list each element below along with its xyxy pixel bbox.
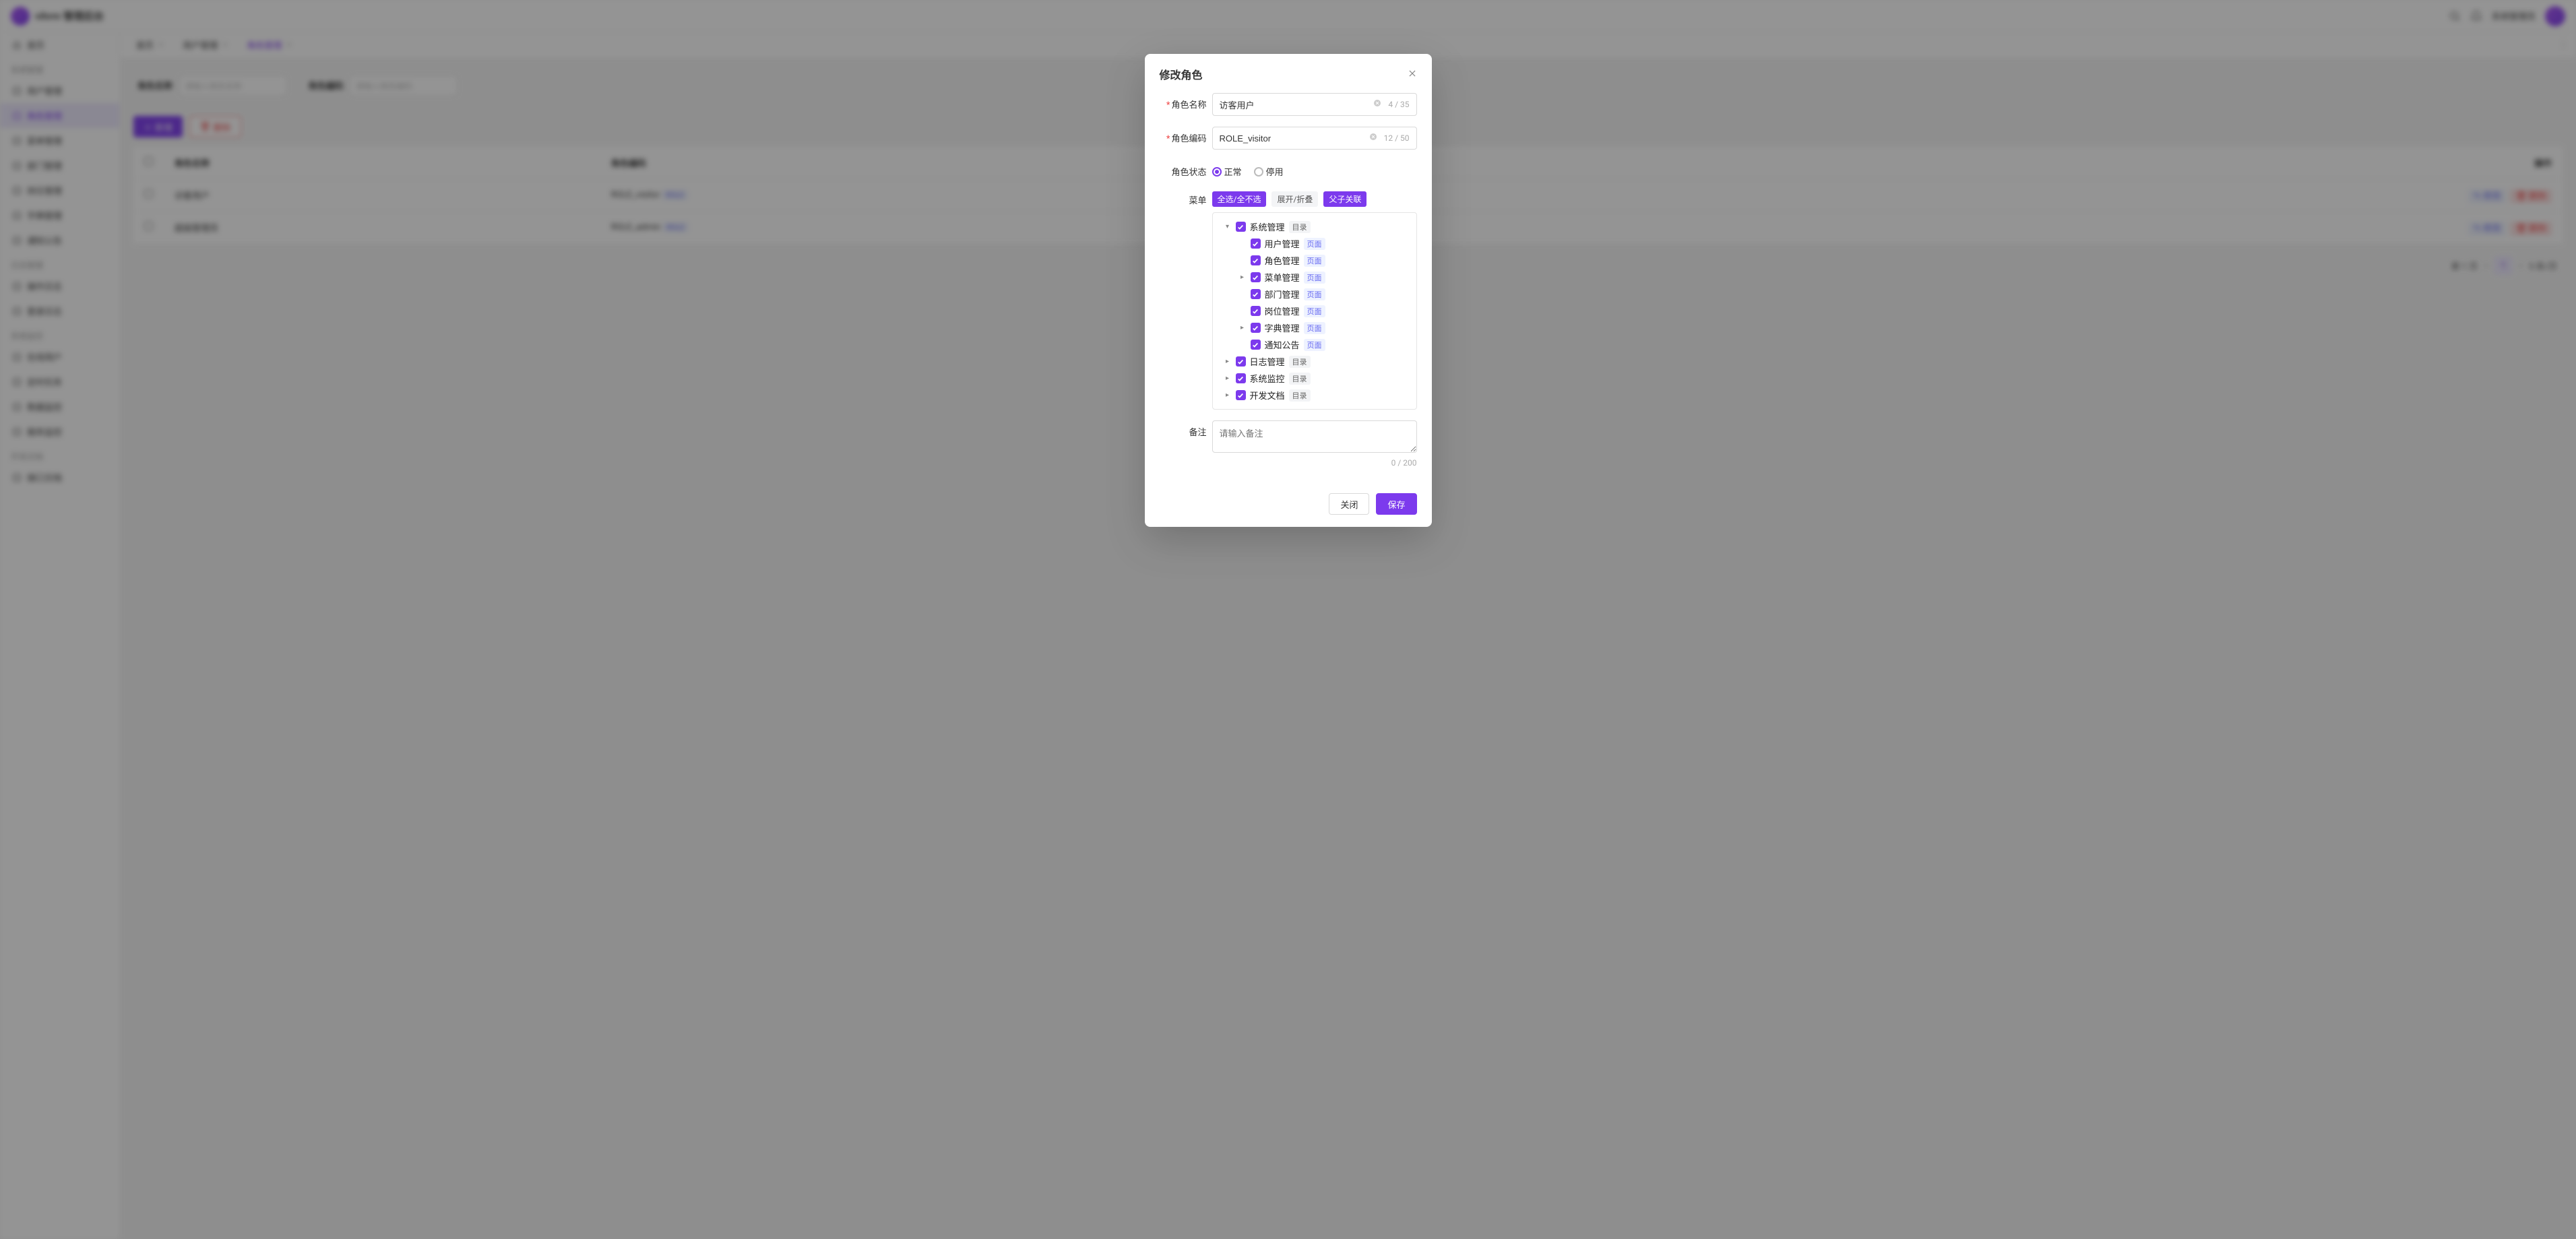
tree-node-tag: 目录	[1289, 389, 1311, 402]
code-counter: 12 / 50	[1384, 133, 1410, 143]
close-icon[interactable]	[1408, 68, 1417, 81]
remark-label: 备注	[1189, 428, 1206, 438]
tree-node-tag: 页面	[1304, 255, 1325, 267]
tree-node-label: 系统监控	[1250, 372, 1285, 385]
role-code-input[interactable]	[1220, 133, 1369, 144]
role-name-input-wrap: 4 / 35	[1212, 93, 1417, 116]
tree-node: ▸ 开发文档目录	[1214, 387, 1412, 404]
tree-node: ▸岗位管理页面	[1214, 303, 1412, 319]
tree-caret-icon[interactable]: ▸	[1224, 375, 1232, 382]
menu-label: 菜单	[1189, 196, 1206, 206]
remark-textarea[interactable]	[1212, 420, 1417, 453]
tree-node: ▸ 菜单管理页面	[1214, 269, 1412, 286]
tree-node: ▸部门管理页面	[1214, 286, 1412, 303]
tree-caret-icon[interactable]: ▸	[1224, 391, 1232, 399]
tree-checkbox[interactable]	[1251, 323, 1261, 333]
tree-checkbox[interactable]	[1236, 373, 1246, 383]
modal-title: 修改角色	[1160, 66, 1203, 82]
tree-node-tag: 目录	[1289, 373, 1311, 385]
edit-role-modal: 修改角色 *角色名称 4 / 35	[1145, 54, 1432, 527]
tree-node-tag: 页面	[1304, 339, 1325, 351]
tree-caret-icon[interactable]: ▸	[1238, 324, 1247, 331]
tree-node: ▸用户管理页面	[1214, 235, 1412, 252]
role-name-input[interactable]	[1220, 100, 1374, 110]
tree-node-tag: 页面	[1304, 288, 1325, 300]
chip-parent-child[interactable]: 父子关联	[1323, 191, 1366, 207]
tree-node-tag: 页面	[1304, 238, 1325, 250]
tree-node-label: 字典管理	[1265, 321, 1300, 334]
tree-caret-icon[interactable]: ▸	[1224, 358, 1232, 365]
tree-node: ▸ 日志管理目录	[1214, 353, 1412, 370]
tree-checkbox[interactable]	[1236, 390, 1246, 400]
modal-overlay[interactable]: 修改角色 *角色名称 4 / 35	[0, 0, 2576, 1239]
tree-node-label: 系统管理	[1250, 220, 1285, 233]
chip-select-all[interactable]: 全选/全不选	[1212, 191, 1267, 207]
clear-code-icon[interactable]	[1369, 133, 1377, 144]
tree-node: ▸角色管理页面	[1214, 252, 1412, 269]
tree-caret-icon[interactable]: ▸	[1238, 274, 1247, 281]
tree-node-label: 开发文档	[1250, 389, 1285, 402]
role-code-input-wrap: 12 / 50	[1212, 127, 1417, 150]
clear-name-icon[interactable]	[1373, 99, 1381, 110]
tree-node: ▸ 字典管理页面	[1214, 319, 1412, 336]
tree-node-tag: 页面	[1304, 305, 1325, 317]
tree-caret-icon[interactable]: ▾	[1224, 223, 1232, 230]
tree-node-label: 部门管理	[1265, 288, 1300, 300]
tree-node-tag: 页面	[1304, 272, 1325, 284]
tree-node-label: 通知公告	[1265, 338, 1300, 351]
tree-node-label: 用户管理	[1265, 237, 1300, 250]
tree-checkbox[interactable]	[1251, 340, 1261, 350]
status-normal-radio[interactable]: 正常	[1212, 165, 1242, 178]
menu-tree: ▾系统管理目录▸用户管理页面▸角色管理页面▸菜单管理页面▸部门管理页面▸岗位管理…	[1212, 212, 1417, 410]
tree-checkbox[interactable]	[1251, 255, 1261, 265]
name-label: 角色名称	[1171, 100, 1206, 110]
tree-checkbox[interactable]	[1236, 356, 1246, 367]
tree-node-tag: 目录	[1289, 356, 1311, 368]
save-button[interactable]: 保存	[1376, 493, 1416, 515]
chip-expand[interactable]: 展开/折叠	[1271, 191, 1318, 207]
tree-node-label: 日志管理	[1250, 355, 1285, 368]
tree-node: ▸ 系统监控目录	[1214, 370, 1412, 387]
tree-checkbox[interactable]	[1251, 272, 1261, 282]
tree-checkbox[interactable]	[1251, 239, 1261, 249]
tree-checkbox[interactable]	[1251, 289, 1261, 299]
tree-checkbox[interactable]	[1251, 306, 1261, 316]
code-label: 角色编码	[1171, 134, 1206, 144]
tree-node-label: 岗位管理	[1265, 305, 1300, 317]
name-counter: 4 / 35	[1388, 100, 1409, 109]
tree-node-label: 角色管理	[1265, 254, 1300, 267]
status-label: 角色状态	[1171, 168, 1206, 178]
remark-counter: 0 / 200	[1212, 458, 1417, 468]
tree-node: ▸通知公告页面	[1214, 336, 1412, 353]
tree-node: ▾ 系统管理目录	[1214, 218, 1412, 235]
cancel-button[interactable]: 关闭	[1329, 493, 1369, 515]
tree-node-tag: 页面	[1304, 322, 1325, 334]
tree-node-tag: 目录	[1289, 221, 1311, 233]
tree-node-label: 菜单管理	[1265, 271, 1300, 284]
status-disabled-radio[interactable]: 停用	[1254, 165, 1284, 178]
tree-checkbox[interactable]	[1236, 222, 1246, 232]
